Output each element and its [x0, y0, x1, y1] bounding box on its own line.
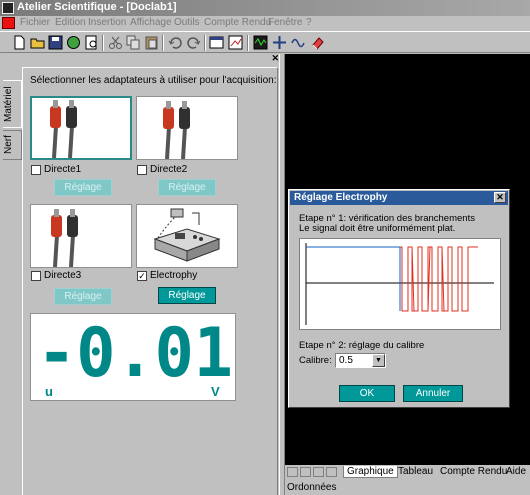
calibre-select[interactable]: 0.5 ▼ — [335, 353, 386, 368]
status-text: Ordonnées — [287, 482, 337, 493]
last-tab-arrow-icon[interactable] — [326, 467, 337, 477]
save-icon[interactable] — [48, 35, 63, 50]
window-icon[interactable] — [209, 35, 224, 50]
menu-fenetre[interactable]: Fenêtre — [268, 17, 302, 28]
unit-left-label: u — [45, 384, 53, 399]
close-icon[interactable]: ✕ — [271, 54, 279, 63]
reglage-button-directe1[interactable]: Réglage — [54, 179, 112, 196]
checkbox-electrophy[interactable]: ✓ — [137, 271, 147, 281]
print-preview-icon[interactable] — [84, 35, 99, 50]
ok-button[interactable]: OK — [339, 385, 395, 402]
bottom-tab-bar: Graphique Tableau Compte Rendu Aide — [285, 465, 530, 479]
toolbar — [0, 31, 530, 53]
adapter-image-directe2[interactable] — [136, 96, 238, 160]
toolbar-separator — [162, 35, 164, 51]
voltage-value: -0.01 — [37, 314, 233, 384]
signal-trace — [305, 243, 494, 325]
menu-fichier[interactable]: Fichier — [20, 17, 50, 28]
oscilloscope-icon[interactable] — [253, 35, 268, 50]
undo-icon[interactable] — [168, 35, 183, 50]
reglage-button-directe3[interactable]: Réglage — [54, 288, 112, 305]
amplifier-device-icon — [153, 208, 221, 262]
copy-icon[interactable] — [126, 35, 141, 50]
menu-bar: Fichier Edition Insertion Affichage Outi… — [0, 16, 530, 30]
checkbox-directe1[interactable] — [31, 165, 41, 175]
reglage-dialog: Réglage Electrophy ✕ Etape n° 1: vérific… — [288, 189, 510, 408]
tab-graphique[interactable]: Graphique — [343, 466, 398, 478]
checkbox-directe3[interactable] — [31, 271, 41, 281]
new-file-icon[interactable] — [12, 35, 27, 50]
tab-materiel[interactable]: Matériel — [3, 80, 22, 128]
status-bar: Ordonnées — [285, 480, 530, 495]
adapter-image-directe3[interactable] — [30, 204, 132, 268]
adapter-label-electrophy: Electrophy — [150, 270, 198, 281]
menu-affichage[interactable]: Affichage — [130, 17, 172, 28]
menu-edition[interactable]: Edition — [55, 17, 86, 28]
toolbar-separator — [247, 35, 249, 51]
tab-nerf[interactable]: Nerf — [3, 130, 22, 160]
probe-leads-icon — [50, 100, 77, 159]
instruction-label: Sélectionner les adaptateurs à utiliser … — [30, 75, 277, 86]
toolbar-separator — [102, 35, 104, 51]
adapter-image-directe1[interactable] — [30, 96, 132, 160]
adapter-label-directe1: Directe1 — [44, 164, 82, 175]
eraser-icon[interactable] — [310, 35, 325, 50]
wave-icon[interactable] — [291, 35, 306, 50]
dialog-close-icon[interactable]: ✕ — [494, 192, 506, 203]
calibre-value: 0.5 — [339, 355, 353, 366]
unit-right-label: V — [211, 384, 220, 399]
reglage-button-directe2[interactable]: Réglage — [158, 179, 216, 196]
chevron-down-icon[interactable]: ▼ — [372, 354, 385, 367]
first-tab-arrow-icon[interactable] — [287, 467, 298, 477]
redo-icon[interactable] — [186, 35, 201, 50]
dialog-title-bar: Réglage Electrophy ✕ — [290, 191, 508, 205]
voltage-display: -0.01 u V — [30, 313, 236, 401]
adapter-label-directe2: Directe2 — [150, 164, 188, 175]
tab-aide[interactable]: Aide — [503, 466, 529, 477]
panel-header: ✕ — [0, 54, 284, 63]
toolbar-separator — [204, 35, 206, 51]
app-icon — [2, 2, 14, 14]
dialog-title: Réglage Electrophy — [294, 192, 388, 203]
menu-help[interactable]: ? — [306, 17, 312, 28]
menu-outils[interactable]: Outils — [174, 17, 200, 28]
next-tab-arrow-icon[interactable] — [313, 467, 324, 477]
open-folder-icon[interactable] — [30, 35, 45, 50]
document-icon[interactable] — [2, 17, 15, 29]
globe-icon[interactable] — [66, 35, 81, 50]
tab-tableau[interactable]: Tableau — [395, 466, 436, 477]
voltage-readout: -0.01 — [37, 314, 233, 393]
step2-text: Etape n° 2: réglage du calibre — [299, 340, 425, 351]
title-bar: Atelier Scientifique - [Doclab1] — [0, 0, 530, 16]
window-title: Atelier Scientifique - [Doclab1] — [17, 1, 177, 13]
reglage-button-electrophy[interactable]: Réglage — [158, 287, 216, 304]
chart-window-icon[interactable] — [228, 35, 243, 50]
step1-text-line2: Le signal doit être uniformément plat. — [299, 223, 456, 234]
tab-compte-rendu[interactable]: Compte Rendu — [437, 466, 510, 477]
adapter-image-electrophy[interactable] — [136, 204, 238, 268]
signal-graph — [299, 238, 501, 330]
annuler-button[interactable]: Annuler — [403, 385, 463, 402]
paste-icon[interactable] — [144, 35, 159, 50]
menu-insertion[interactable]: Insertion — [88, 17, 126, 28]
cross-arrows-icon[interactable] — [272, 35, 287, 50]
adapter-label-directe3: Directe3 — [44, 270, 82, 281]
calibre-label: Calibre: — [299, 355, 332, 366]
checkbox-directe2[interactable] — [137, 165, 147, 175]
probe-leads-icon — [163, 101, 190, 160]
menu-compte-rendu[interactable]: Compte Rendu — [204, 17, 271, 28]
cut-icon[interactable] — [108, 35, 123, 50]
prev-tab-arrow-icon[interactable] — [300, 467, 311, 477]
probe-leads-icon — [51, 209, 78, 268]
